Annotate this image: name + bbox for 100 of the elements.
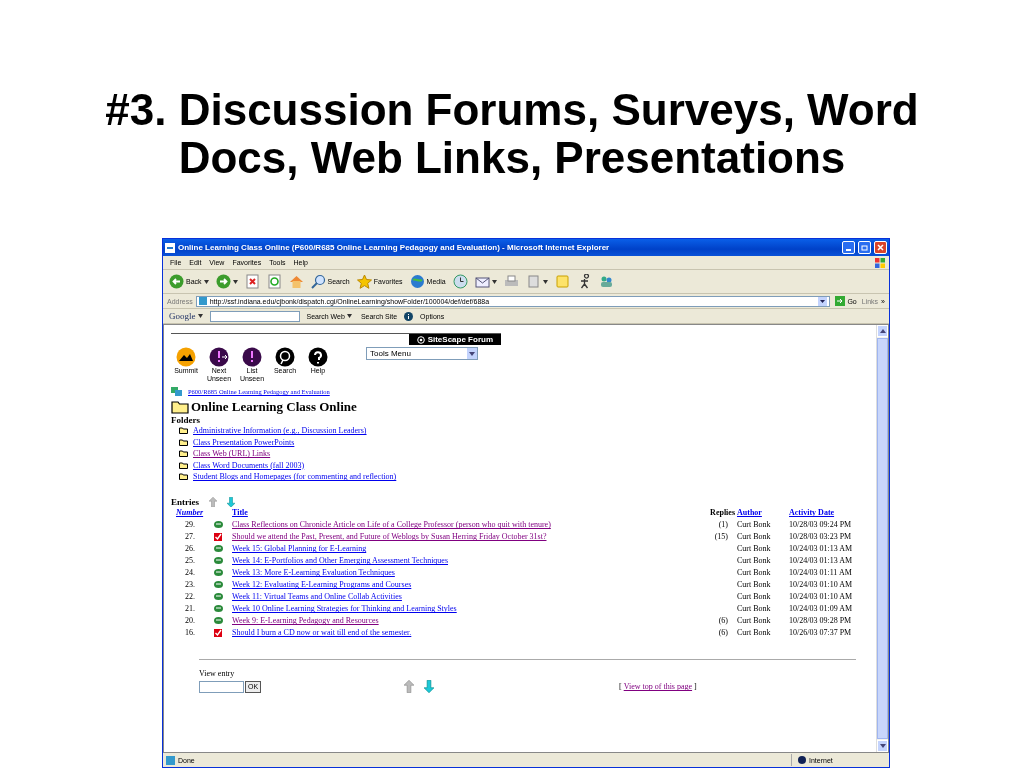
folder-icon: [171, 400, 189, 414]
printer-icon: [503, 274, 519, 289]
entry-number: 27.: [184, 530, 196, 543]
reply-count: (1): [717, 518, 729, 531]
section-heading: Entries: [171, 496, 199, 507]
author-name: Curt Bonk: [737, 566, 772, 579]
down-arrow-icon[interactable]: [424, 679, 434, 693]
exclamation-icon: [242, 347, 262, 367]
forward-button[interactable]: [213, 274, 240, 289]
people-icon: [598, 274, 614, 289]
activity-date: 10/24/03 01:10 AM: [789, 578, 854, 591]
entry-number: 23.: [184, 578, 196, 591]
envelope-icon: [474, 274, 490, 289]
author-name: Curt Bonk: [737, 554, 772, 567]
browser-icon: [165, 242, 175, 253]
globe-icon: [798, 756, 806, 764]
entry-link[interactable]: Week 11: Virtual Teams and Online Collab Activities: [232, 592, 682, 602]
folder-link[interactable]: Class Word Documents (fall 2003): [193, 460, 305, 470]
entry-link[interactable]: Week 14: E-Portfolios and Other Emerging Assessment Techniques: [232, 556, 682, 566]
window-title: Online Learning Class Online (P600/R685 Online Learning Pedagogy and Evaluation) - Microsoft Internet Explorer: [178, 243, 611, 252]
entry-link[interactable]: Week 10 Online Learning Strategies for Thinking and Learning Styles: [232, 604, 682, 614]
entry-link[interactable]: Should we attend the Past, Present, and Future of Weblogs by Susan Herring Friday October 31st?: [232, 532, 682, 542]
entry-number: 21.: [184, 602, 196, 615]
folder-link[interactable]: Class Presentation PowerPoints: [193, 437, 295, 447]
folder-link[interactable]: Administrative Information (e.g., Discussion Leaders): [193, 426, 367, 436]
down-arrow-icon[interactable]: [227, 496, 235, 507]
entry-link[interactable]: Week 13: More E-Learning Evaluation Techniques: [232, 568, 682, 578]
up-caret-icon: [879, 329, 886, 333]
activity-date: 10/24/03 01:10 AM: [789, 590, 854, 603]
search-icon: [275, 347, 295, 367]
brand-name: SiteScape Forum: [427, 335, 493, 344]
scroll-up-button[interactable]: [877, 325, 888, 337]
minimize-button[interactable]: [842, 241, 855, 254]
close-button[interactable]: [874, 241, 887, 254]
windows-logo-icon: [875, 257, 885, 268]
speech-bubble-icon: [213, 592, 223, 601]
reply-count: (6): [717, 626, 729, 639]
page-heading: Online Learning Class Online: [191, 399, 357, 415]
google-button[interactable]: Google: [167, 311, 205, 321]
entry-number: 25.: [184, 554, 196, 567]
caret-icon: [197, 314, 203, 318]
activity-date: 10/24/03 01:13 AM: [789, 554, 854, 567]
restore-button[interactable]: [858, 241, 871, 254]
search-icon: [310, 274, 326, 289]
speech-bubble-icon: [213, 616, 223, 625]
info-icon[interactable]: [404, 311, 414, 321]
star-icon: [356, 274, 372, 289]
activity-date: 10/26/03 07:37 PM: [789, 626, 853, 639]
activity-date: 10/24/03 01:13 AM: [789, 542, 854, 555]
mountain-icon: [176, 347, 196, 367]
caret-icon: [346, 314, 352, 318]
tools-menu-select[interactable]: Tools Menu: [366, 347, 478, 360]
page-icon: [198, 297, 207, 305]
entry-link[interactable]: Should I burn a CD now or wait till end of the semester.: [232, 628, 682, 638]
entry-number-field[interactable]: [199, 680, 244, 693]
entry-link[interactable]: Week 15: Global Planning for E-Learning: [232, 544, 682, 554]
author-name: Curt Bonk: [737, 578, 772, 591]
dropdown-icon: [469, 351, 475, 356]
entry-link[interactable]: Week 9: E-Learning Pedagogy and Resources: [232, 616, 682, 626]
reply-count: (15): [713, 530, 729, 543]
column-header: Replies: [709, 506, 736, 519]
entry-link[interactable]: Week 12: Evaluating E-Learning Programs and Courses: [232, 580, 682, 590]
up-arrow-icon[interactable]: [404, 679, 414, 693]
author-name: Curt Bonk: [737, 602, 772, 615]
note-icon: [554, 274, 570, 289]
speech-bubble-icon: [213, 520, 223, 529]
column-header[interactable]: Author: [737, 508, 789, 518]
activity-date: 10/28/03 09:24 PM: [789, 518, 853, 531]
page-icon: [525, 274, 541, 289]
speech-bubble-icon: [213, 604, 223, 613]
google-search-field[interactable]: [209, 310, 300, 322]
entry-number: 16.: [184, 626, 196, 639]
folder-link[interactable]: Class Web (URL) Links: [193, 449, 271, 459]
restore-icon: [861, 244, 868, 251]
bracket: [: [619, 680, 622, 693]
entry-number: 20.: [184, 614, 196, 627]
field-label: View entry: [199, 667, 236, 680]
logo-icon: [416, 335, 425, 344]
column-header[interactable]: Title: [232, 508, 682, 518]
up-arrow-icon[interactable]: [209, 496, 217, 507]
bracket: ]: [694, 680, 697, 693]
entry-link[interactable]: Class Reflections on Chronicle Article on Life of a College Professor (person who quit with tenure): [232, 520, 682, 530]
column-header[interactable]: Activity Date: [789, 508, 876, 518]
author-name: Curt Bonk: [737, 530, 772, 543]
checkbox-icon: [214, 628, 222, 637]
activity-date: 10/24/03 01:11 AM: [789, 566, 853, 579]
section-heading: Folders: [171, 415, 200, 425]
scroll-down-button[interactable]: [877, 740, 888, 752]
dropdown-icon: [818, 296, 828, 306]
refresh-icon: [266, 274, 282, 289]
column-header[interactable]: Number: [176, 508, 204, 518]
folder-link[interactable]: Student Blogs and Homepages (for commenting and reflection): [193, 472, 397, 482]
entry-number: 22.: [184, 590, 196, 603]
activity-date: 10/24/03 01:09 AM: [789, 602, 854, 615]
speech-bubble-icon: [213, 580, 223, 589]
mail-button[interactable]: [472, 274, 499, 289]
top-of-page-link[interactable]: View top of this page: [623, 682, 693, 692]
history-button[interactable]: [450, 274, 470, 289]
help-icon: [308, 347, 328, 367]
forum-icon: [171, 387, 182, 396]
